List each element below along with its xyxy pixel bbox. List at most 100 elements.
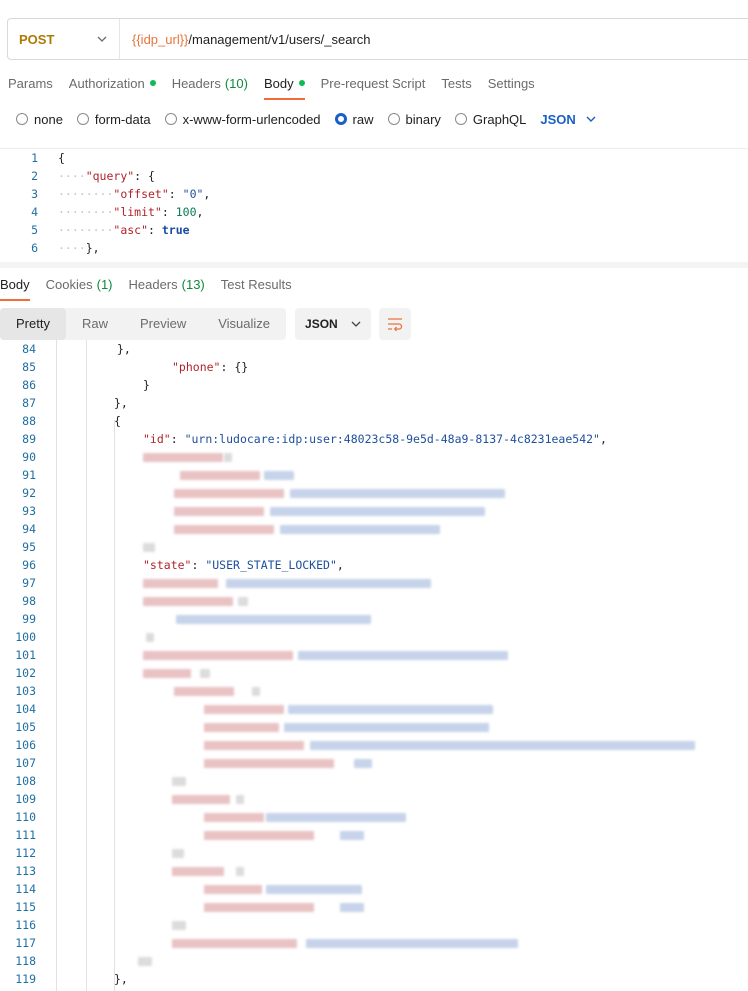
radio-none[interactable]: none (16, 112, 63, 127)
response-format-select[interactable]: JSON (295, 307, 372, 340)
line-number: 95 (22, 540, 36, 554)
tab-body[interactable]: Body (256, 72, 313, 100)
method-select[interactable]: POST (8, 19, 120, 59)
tab-label: Headers (128, 276, 178, 292)
tab-pre-request-script[interactable]: Pre-request Script (313, 72, 434, 94)
url-input[interactable]: {{idp_url}}/management/v1/users/_search (120, 32, 371, 47)
response-line: 118 (0, 952, 748, 970)
response-line: 113 (0, 862, 748, 880)
line-number: 94 (22, 522, 36, 536)
redacted-value (306, 939, 518, 948)
redacted-value (204, 885, 262, 894)
radio-icon (334, 113, 347, 125)
body-language-select[interactable]: JSON (540, 112, 607, 127)
view-mode-preview[interactable]: Preview (124, 308, 202, 340)
body-language-label: JSON (540, 111, 576, 127)
response-line: 90 (0, 448, 748, 466)
redacted-value (238, 597, 248, 606)
method-label: POST (19, 31, 55, 47)
tab-tests[interactable]: Tests (433, 72, 479, 94)
view-mode-raw[interactable]: Raw (66, 308, 124, 340)
tab-settings[interactable]: Settings (480, 72, 543, 94)
code-text: "state": "USER_STATE_LOCKED", (143, 558, 344, 572)
line-number: 109 (15, 792, 36, 806)
radio-graphql[interactable]: GraphQL (454, 112, 526, 127)
response-line: 97 (0, 574, 748, 592)
pane-divider[interactable] (0, 262, 748, 268)
response-line: 100 (0, 628, 748, 646)
url-bar: POST {{idp_url}}/management/v1/users/_se… (7, 18, 748, 60)
radio-binary[interactable]: binary (387, 112, 441, 127)
line-number: 111 (15, 828, 36, 842)
response-line: 98 (0, 592, 748, 610)
tab-count: (1) (96, 276, 113, 292)
tab-headers[interactable]: Headers (10) (164, 72, 256, 94)
radio-raw[interactable]: raw (334, 112, 374, 127)
radio-icon (454, 113, 467, 125)
code-text: ········"limit": 100, (58, 205, 204, 219)
response-body-viewer[interactable]: 84}, 85 "phone": {} 86} 87}, 88{89 "id": "urn:… (0, 340, 748, 991)
response-tab-test-results[interactable]: Test Results (221, 273, 300, 295)
redacted-value (172, 921, 186, 930)
request-body-editor[interactable]: 1{ 2 ····"query": { 3 ········"offset": "0… (0, 148, 748, 260)
code-text: "phone": {} (172, 358, 248, 376)
redacted-value (172, 849, 184, 858)
line-number: 103 (15, 684, 36, 698)
response-tab-body[interactable]: Body (0, 273, 38, 301)
radio-x-www-form-urlencoded[interactable]: x-www-form-urlencoded (164, 112, 321, 127)
radio-label: form-data (94, 111, 151, 127)
wrap-lines-button[interactable] (379, 307, 412, 340)
json-key: "query" (85, 169, 135, 183)
line-number: 88 (22, 414, 36, 428)
line-number: 97 (22, 576, 36, 590)
redacted-value (172, 939, 297, 948)
line-number: 90 (22, 450, 36, 464)
tab-params[interactable]: Params (0, 72, 61, 94)
response-line: 104 (0, 700, 748, 718)
response-tab-headers[interactable]: Headers (13) (129, 273, 213, 295)
response-line: 119}, (0, 970, 748, 988)
line-number: 100 (15, 630, 36, 644)
code-text: }, (114, 396, 128, 410)
url-path: /management/v1/users/_search (188, 31, 371, 47)
editor-line: 3 ········"offset": "0", (0, 185, 748, 203)
redacted-value (143, 453, 223, 462)
json-key: "id" (143, 432, 171, 446)
line-number: 107 (15, 756, 36, 770)
json-value: "urn:ludocare:idp:user:48023c58-9e5d-48a… (184, 432, 600, 446)
json-key: "state" (143, 558, 192, 572)
redacted-value (236, 867, 244, 876)
line-number: 99 (22, 612, 36, 626)
response-lines: 84}, 85 "phone": {} 86} 87}, 88{89 "id": "urn:… (0, 340, 748, 988)
view-mode-pretty[interactable]: Pretty (0, 307, 66, 340)
redacted-value (204, 705, 284, 714)
redacted-value (270, 507, 485, 516)
line-number: 91 (22, 468, 36, 482)
redacted-value (176, 615, 371, 624)
redacted-value (252, 687, 260, 696)
response-line: 87}, (0, 394, 748, 412)
response-tab-cookies[interactable]: Cookies (1) (46, 273, 121, 295)
redacted-value (174, 525, 274, 534)
redacted-value (172, 795, 230, 804)
tab-authorization[interactable]: Authorization (61, 72, 164, 94)
redacted-value (172, 777, 186, 786)
redacted-value (174, 507, 264, 516)
redacted-value (143, 597, 233, 606)
radio-form-data[interactable]: form-data (76, 111, 151, 127)
redacted-value (143, 543, 155, 552)
response-line: 88 { (0, 412, 748, 430)
response-line: 116 (0, 916, 748, 934)
line-number: 4 (31, 205, 38, 219)
body-type-options: none form-data x-www-form-urlencoded raw bin… (16, 109, 608, 129)
line-number: 118 (15, 954, 36, 968)
chevron-down-icon (97, 36, 107, 42)
view-mode-visualize[interactable]: Visualize (202, 308, 286, 340)
response-line: 96 "state": "USER_STATE_LOCKED", (0, 556, 748, 574)
redacted-value (174, 489, 284, 498)
line-number: 89 (22, 432, 36, 446)
response-toolbar: Pretty Raw Preview Visualize JSON (0, 307, 412, 340)
redacted-value (143, 579, 218, 588)
radio-icon (76, 113, 89, 125)
line-number: 115 (15, 900, 36, 914)
